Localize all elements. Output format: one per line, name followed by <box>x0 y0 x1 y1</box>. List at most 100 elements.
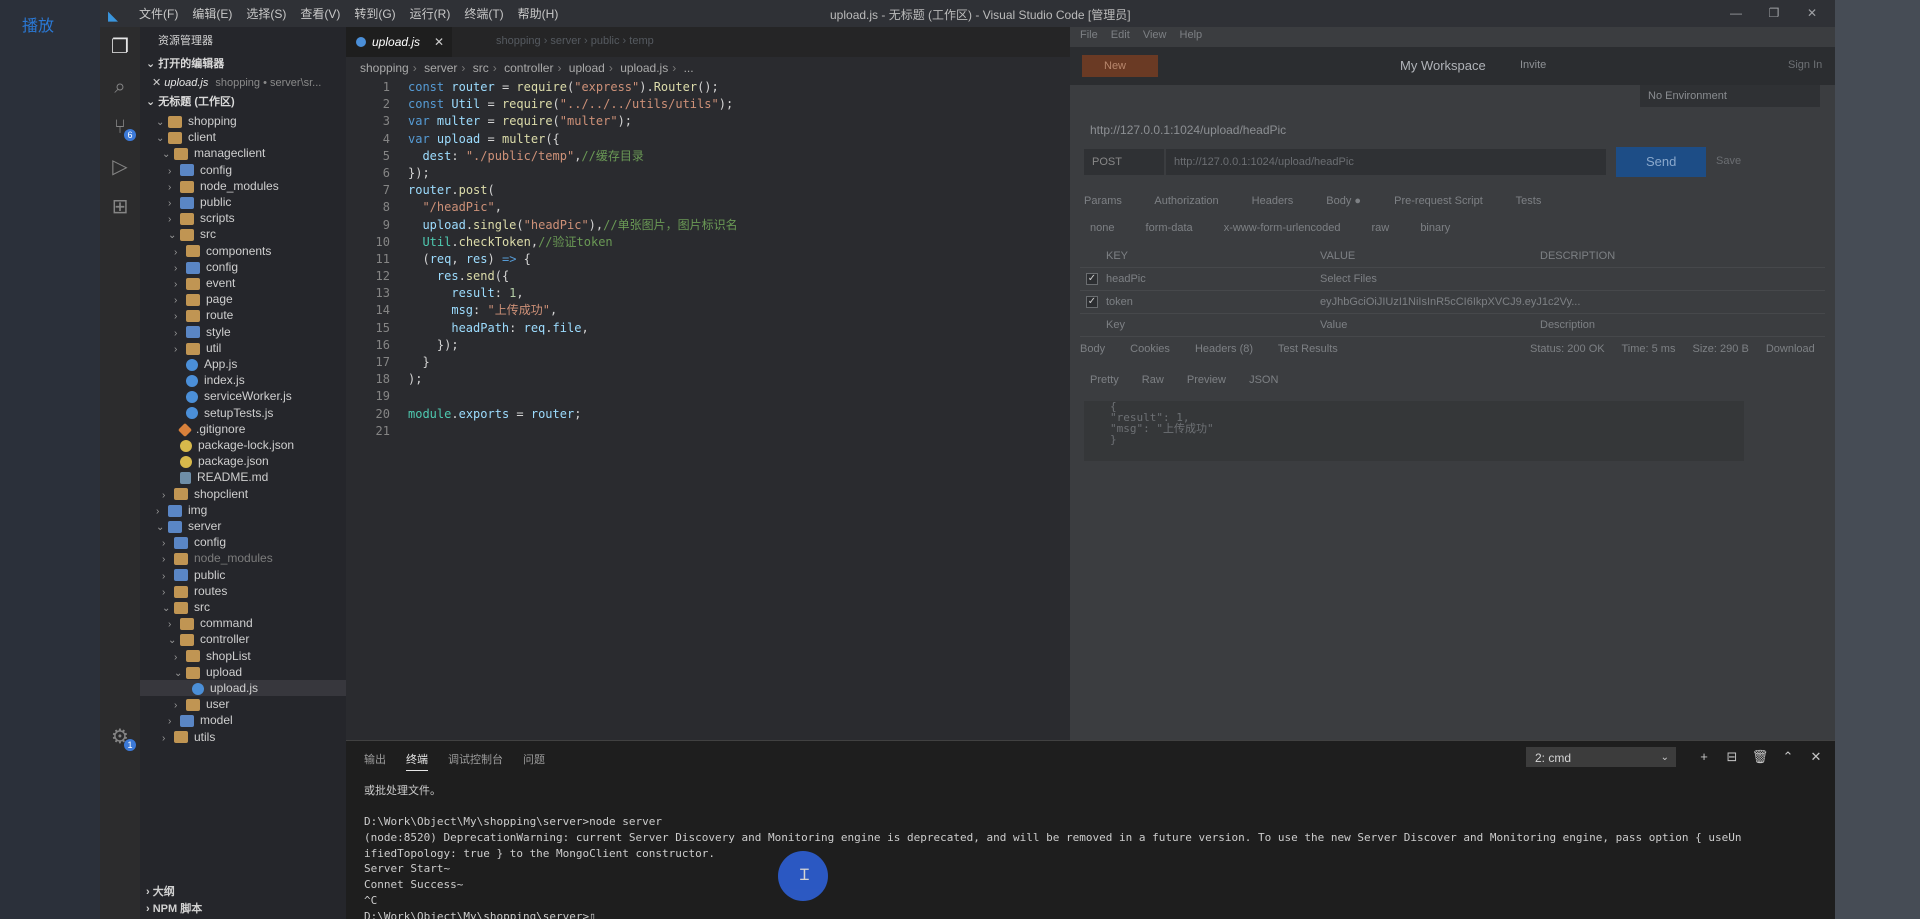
pm-tab[interactable]: Body ● <box>1326 195 1361 207</box>
maximize-panel-icon[interactable]: ⌃ <box>1774 747 1802 767</box>
extensions-icon[interactable]: ⊞ <box>108 195 132 219</box>
tree-item[interactable]: index.js <box>140 372 380 388</box>
pm-new-button[interactable]: New <box>1082 55 1158 77</box>
tree-item[interactable]: › event <box>140 275 380 291</box>
tree-item[interactable]: package.json <box>140 453 374 469</box>
row-value[interactable]: Value <box>1320 314 1347 336</box>
split-terminal-icon[interactable]: ⊟ <box>1718 747 1746 767</box>
pm-menu-view[interactable]: View <box>1143 29 1167 41</box>
pm-invite[interactable]: Invite <box>1520 59 1546 71</box>
tree-item[interactable]: › config <box>140 534 368 550</box>
open-editors-section[interactable]: ⌄ 打开的编辑器 <box>140 55 346 73</box>
pm-menu-file[interactable]: File <box>1080 29 1098 41</box>
menu-view[interactable]: 查看(V) <box>293 5 347 22</box>
pm-menu-edit[interactable]: Edit <box>1111 29 1130 41</box>
terminal-select[interactable]: 2: cmd ⌄ <box>1526 747 1676 767</box>
pm-signin[interactable]: Sign In <box>1788 59 1822 71</box>
pm-body-mode[interactable]: raw <box>1372 222 1390 234</box>
tree-item[interactable]: ⌄ upload <box>140 664 380 680</box>
tree-item[interactable]: › config <box>140 259 380 275</box>
pm-tab[interactable]: Pre-request Script <box>1394 195 1483 207</box>
tab-terminal[interactable]: 终端 <box>406 751 428 771</box>
tree-item[interactable]: › public <box>140 567 368 583</box>
pm-tab[interactable]: Params <box>1084 195 1122 207</box>
tree-item[interactable]: ⌄ controller <box>140 631 374 647</box>
tree-item[interactable]: › user <box>140 696 380 712</box>
close-window-button[interactable]: ✕ <box>1793 0 1831 27</box>
tree-item[interactable]: › scripts <box>140 210 374 226</box>
pm-resp-tab[interactable]: Body <box>1080 343 1105 355</box>
tree-item[interactable]: ⌄ shopping <box>140 113 362 129</box>
tree-item[interactable]: › components <box>140 243 380 259</box>
row-description[interactable]: Description <box>1540 314 1595 336</box>
pm-tool[interactable]: Pretty <box>1090 374 1119 386</box>
settings-gear-icon[interactable]: ⚙ 1 <box>108 725 136 751</box>
tree-item[interactable]: ⌄ src <box>140 226 374 242</box>
tree-item[interactable]: › public <box>140 194 374 210</box>
pm-tab[interactable]: Tests <box>1516 195 1542 207</box>
tree-item[interactable]: › style <box>140 324 380 340</box>
workspace-section[interactable]: ⌄ 无标题 (工作区) <box>140 93 346 111</box>
row-key[interactable]: token <box>1106 291 1133 313</box>
tree-item[interactable]: › utils <box>140 729 368 745</box>
pm-resp-tab[interactable]: Cookies <box>1130 343 1170 355</box>
code-editor[interactable]: 1 const router = require("express").Route… <box>346 79 1070 440</box>
tab-output[interactable]: 输出 <box>364 751 386 771</box>
pm-menu-help[interactable]: Help <box>1180 29 1203 41</box>
pm-body-mode[interactable]: x-www-form-urlencoded <box>1224 222 1341 234</box>
breadcrumb-item[interactable]: upload.js <box>620 61 668 75</box>
pm-tool[interactable]: JSON <box>1249 374 1278 386</box>
pm-tool[interactable]: Preview <box>1187 374 1226 386</box>
new-terminal-icon[interactable]: + <box>1690 747 1718 767</box>
row-key[interactable]: Key <box>1106 314 1125 336</box>
tree-item[interactable]: setupTests.js <box>140 405 380 421</box>
tree-item[interactable]: › util <box>140 340 380 356</box>
row-value[interactable]: Select Files <box>1320 268 1377 290</box>
tree-item[interactable]: serviceWorker.js <box>140 388 380 404</box>
tree-item[interactable]: ⌄ manageclient <box>140 145 368 161</box>
tab-close-icon[interactable]: ✕ <box>434 27 444 57</box>
pm-workspace[interactable]: My Workspace <box>1400 58 1486 73</box>
npm-scripts-section[interactable]: › NPM 脚本 <box>140 901 346 918</box>
tree-item[interactable]: .gitignore <box>140 421 374 437</box>
open-editor-item[interactable]: ✕ upload.js shopping • server\sr... <box>140 73 346 93</box>
tree-item[interactable]: › model <box>140 712 374 728</box>
tree-item[interactable]: › command <box>140 615 374 631</box>
minimize-button[interactable]: — <box>1717 0 1755 27</box>
pm-method-select[interactable]: POST <box>1084 149 1164 175</box>
tree-item[interactable]: › config <box>140 162 374 178</box>
pm-download[interactable]: Download <box>1766 343 1815 355</box>
tree-item[interactable]: › route <box>140 307 380 323</box>
pm-tab[interactable]: Authorization <box>1154 195 1218 207</box>
tree-item[interactable]: › img <box>140 502 362 518</box>
pm-resp-tab[interactable]: Test Results <box>1278 343 1338 355</box>
breadcrumb-item[interactable]: controller <box>504 61 553 75</box>
maximize-button[interactable]: ❐ <box>1755 0 1793 27</box>
pm-tab[interactable]: Headers <box>1252 195 1294 207</box>
terminal-output[interactable]: 或批处理文件。 D:\Work\Object\My\shopping\server… <box>364 783 1804 919</box>
breadcrumb-item[interactable]: ... <box>684 61 694 75</box>
row-checkbox[interactable]: ✓ <box>1086 296 1098 308</box>
run-debug-icon[interactable]: ▷ <box>108 155 132 179</box>
trash-icon[interactable]: 🗑 <box>1746 747 1774 767</box>
close-editor-icon[interactable]: ✕ <box>152 77 161 89</box>
pm-body-mode[interactable]: form-data <box>1146 222 1193 234</box>
breadcrumb-item[interactable]: src <box>473 61 489 75</box>
tree-item[interactable]: › node_modules <box>140 550 368 566</box>
menu-file[interactable]: 文件(F) <box>132 5 185 22</box>
tree-item[interactable]: App.js <box>140 356 380 372</box>
tree-item[interactable]: package-lock.json <box>140 437 374 453</box>
pm-save-button[interactable]: Save <box>1716 155 1741 167</box>
row-checkbox[interactable]: ✓ <box>1086 273 1098 285</box>
tree-item[interactable]: ⌄ src <box>140 599 368 615</box>
outline-section[interactable]: › 大纲 <box>140 884 346 901</box>
breadcrumb-item[interactable]: upload <box>569 61 605 75</box>
menu-edit[interactable]: 编辑(E) <box>185 5 239 22</box>
tree-item[interactable]: › page <box>140 291 380 307</box>
pm-body-mode[interactable]: binary <box>1420 222 1450 234</box>
pm-send-button[interactable]: Send <box>1616 147 1706 177</box>
menu-go[interactable]: 转到(G) <box>347 5 402 22</box>
source-control-icon[interactable]: ⑂ 6 <box>108 115 136 141</box>
tree-item[interactable]: › routes <box>140 583 368 599</box>
tree-item[interactable]: ⌄ client <box>140 129 362 145</box>
